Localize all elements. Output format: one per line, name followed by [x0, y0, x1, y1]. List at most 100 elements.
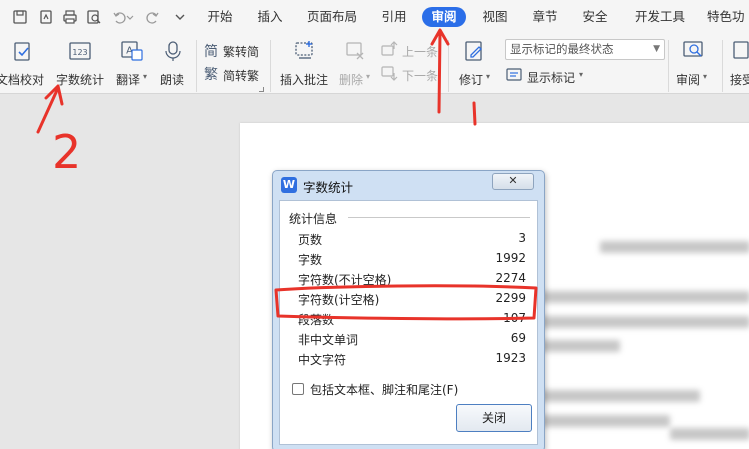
tab-chapter[interactable]: 章节: [527, 7, 563, 27]
chevron-down-icon: ▼: [653, 44, 660, 54]
stat-value: 69: [510, 331, 526, 345]
blurred-text: [600, 241, 749, 253]
wps-writer-logo-icon: W: [281, 177, 297, 193]
print-preview-icon[interactable]: [86, 9, 102, 25]
review-pane-button[interactable]: 审阅 ▾: [672, 34, 716, 92]
quick-access-dropdown-icon[interactable]: [172, 9, 188, 25]
tab-special-features[interactable]: 特色功: [707, 7, 749, 27]
save-icon[interactable]: [12, 9, 28, 25]
show-markup-label: 显示标记: [527, 71, 576, 85]
stat-value: 3: [518, 231, 526, 245]
doc-check-icon: [14, 42, 30, 61]
svg-text:123: 123: [72, 48, 87, 57]
track-changes-icon: [465, 41, 482, 61]
blurred-text: [540, 291, 749, 303]
word-count-button[interactable]: 123 字数统计: [52, 34, 108, 92]
word-count-label: 字数统计: [56, 73, 105, 87]
insert-comment-label: 插入批注: [280, 73, 329, 87]
blurred-text: [540, 316, 749, 328]
previous-comment-icon: [381, 41, 398, 56]
tab-page-layout[interactable]: 页面布局: [302, 7, 362, 27]
statistics-group-title: 统计信息: [289, 212, 338, 226]
track-changes-label: 修订: [459, 73, 484, 87]
microphone-icon: [165, 41, 181, 61]
delete-comment-button[interactable]: 删除 ▾: [336, 34, 372, 92]
accept-button[interactable]: 接受: [726, 34, 749, 92]
stat-label: 段落数: [298, 313, 335, 327]
delete-dropdown-icon[interactable]: ▾: [366, 72, 370, 81]
stat-label: 页数: [298, 233, 323, 247]
delete-comment-icon: [346, 42, 364, 60]
tab-insert[interactable]: 插入: [252, 7, 288, 27]
stat-label: 字符数(不计空格): [298, 273, 392, 287]
doc-check-button[interactable]: 文档校对: [0, 34, 48, 92]
tab-home[interactable]: 开始: [202, 7, 238, 27]
stat-row-chars-no-spaces: 字符数(不计空格) 2274: [298, 271, 526, 289]
show-markup-dropdown-icon[interactable]: ▾: [579, 70, 583, 79]
tab-references[interactable]: 引用: [376, 7, 412, 27]
ribbon-divider: [668, 40, 669, 92]
previous-comment-button[interactable]: 上一条: [380, 38, 442, 60]
close-button[interactable]: 关闭: [456, 404, 532, 432]
tab-developer-tools[interactable]: 开发工具: [630, 7, 690, 27]
translate-label: 翻译: [116, 73, 141, 87]
tab-view[interactable]: 视图: [477, 7, 513, 27]
tab-review[interactable]: 审阅: [422, 7, 466, 27]
stat-row-pages: 页数 3: [298, 231, 526, 249]
undo-dropdown-icon[interactable]: [126, 9, 134, 25]
trad-to-simp-icon: 简: [204, 44, 218, 60]
next-comment-icon: [381, 66, 398, 81]
ribbon-divider: [448, 40, 449, 92]
dialog-launcher-icon[interactable]: [259, 87, 264, 92]
stat-value: 1992: [495, 251, 526, 265]
export-pdf-icon[interactable]: [38, 9, 54, 25]
blurred-text: [670, 428, 749, 440]
review-dropdown-icon[interactable]: ▾: [703, 72, 707, 81]
stat-label: 中文字符: [298, 353, 347, 367]
word-count-icon: 123: [69, 42, 91, 60]
insert-comment-button[interactable]: 插入批注: [276, 34, 332, 92]
include-textbox-label[interactable]: 包括文本框、脚注和尾注(F): [310, 381, 458, 398]
stat-value: 2299: [495, 291, 526, 305]
stat-row-words: 字数 1992: [298, 251, 526, 269]
blurred-text: [540, 390, 700, 402]
redo-icon[interactable]: [144, 9, 160, 25]
close-icon[interactable]: ✕: [492, 173, 534, 190]
review-label: 审阅: [676, 73, 701, 87]
ribbon-divider: [722, 40, 723, 92]
accept-icon: [733, 41, 749, 59]
track-changes-dropdown-icon[interactable]: ▾: [486, 72, 490, 81]
translate-dropdown-icon[interactable]: ▾: [143, 72, 147, 81]
tab-security[interactable]: 安全: [577, 7, 613, 27]
stat-row-paragraphs: 段落数 107: [298, 311, 526, 329]
next-comment-label: 下一条: [402, 69, 439, 83]
track-changes-button[interactable]: 修订 ▾: [454, 34, 498, 92]
translate-button[interactable]: A 翻译 ▾: [112, 34, 152, 92]
ribbon-divider: [196, 40, 197, 92]
include-textbox-checkbox[interactable]: [292, 383, 304, 395]
stat-label: 字符数(计空格): [298, 293, 380, 307]
show-markup-button[interactable]: 显示标记 ▾: [505, 64, 605, 86]
next-comment-button[interactable]: 下一条: [380, 62, 442, 84]
ribbon-toolbar: 文档校对 123 字数统计 A 翻译 ▾ 朗读 简 繁转简 繁 简转繁 插入批注…: [0, 34, 749, 94]
print-icon[interactable]: [62, 9, 78, 25]
simp-to-trad-icon: 繁: [204, 67, 218, 83]
show-markup-icon: [506, 68, 522, 81]
annotation-tick-mark: [472, 101, 477, 126]
menu-bar: 开始 插入 页面布局 引用 审阅 视图 章节 安全 开发工具 特色功: [0, 0, 749, 34]
stat-row-non-chinese-words: 非中文单词 69: [298, 331, 526, 349]
insert-comment-icon: [295, 41, 313, 59]
translate-icon: A: [121, 41, 143, 61]
dialog-title: 字数统计: [303, 180, 354, 195]
read-aloud-button[interactable]: 朗读: [156, 34, 190, 92]
word-count-dialog: W 字数统计 ✕ 统计信息 页数 3 字数 1992 字符数(不计空格) 227…: [272, 170, 545, 449]
markup-display-select[interactable]: 显示标记的最终状态 ▼: [505, 39, 665, 60]
simp-to-trad-button[interactable]: 繁 简转繁: [202, 62, 264, 84]
blurred-text: [540, 415, 670, 427]
annotation-step-number: 2: [52, 125, 81, 179]
trad-to-simp-button[interactable]: 简 繁转简: [202, 38, 264, 60]
dialog-title-bar[interactable]: W 字数统计 ✕: [273, 171, 544, 199]
dialog-body: 统计信息 页数 3 字数 1992 字符数(不计空格) 2274 字符数(计空格…: [279, 200, 538, 445]
review-pane-icon: [683, 41, 703, 57]
accept-label: 接受: [730, 73, 749, 87]
